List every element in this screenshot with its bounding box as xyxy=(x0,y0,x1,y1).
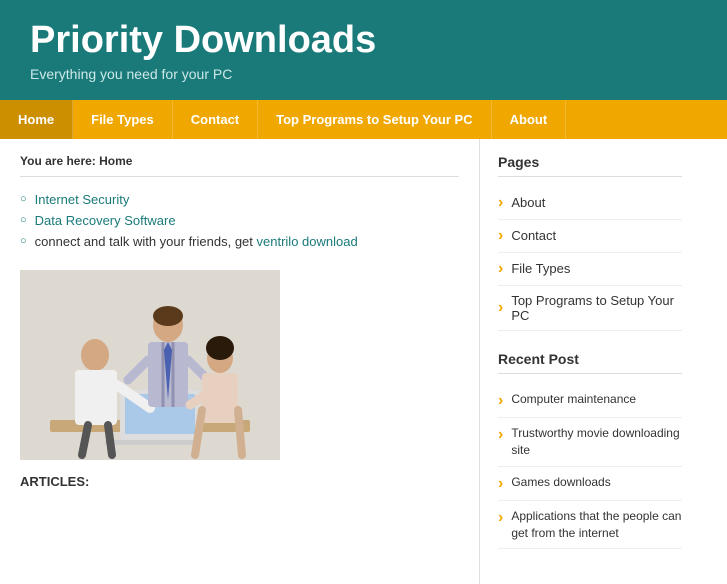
main-layout: You are here: Home Internet Security Dat… xyxy=(0,139,727,584)
content-area: You are here: Home Internet Security Dat… xyxy=(0,139,480,584)
nav-item-home[interactable]: Home xyxy=(0,100,73,139)
people-scene xyxy=(20,270,280,460)
list-item: Data Recovery Software xyxy=(20,210,459,231)
nav-item-contact[interactable]: Contact xyxy=(173,100,258,139)
site-title: Priority Downloads xyxy=(30,20,697,62)
pages-title: Pages xyxy=(498,154,682,177)
list-item: connect and talk with your friends, get … xyxy=(20,231,459,252)
breadcrumb-current: Home xyxy=(99,154,132,168)
sidebar-item-about[interactable]: About xyxy=(498,187,682,220)
sidebar-item-file-types[interactable]: File Types xyxy=(498,253,682,286)
nav-item-file-types[interactable]: File Types xyxy=(73,100,173,139)
content-image xyxy=(20,270,280,460)
nav-item-about[interactable]: About xyxy=(492,100,567,139)
recent-post-computer-maintenance[interactable]: Computer maintenance xyxy=(498,384,682,418)
articles-label: ARTICLES: xyxy=(20,474,459,489)
data-recovery-link[interactable]: Data Recovery Software xyxy=(35,213,176,228)
pages-section: Pages About Contact File Types Top Progr… xyxy=(498,154,682,331)
scene-svg xyxy=(20,270,280,460)
site-tagline: Everything you need for your PC xyxy=(30,66,697,82)
recent-posts-title: Recent Post xyxy=(498,351,682,374)
breadcrumb: You are here: Home xyxy=(20,154,459,177)
internet-security-link[interactable]: Internet Security xyxy=(35,192,130,207)
ventrilo-text: connect and talk with your friends, get … xyxy=(35,234,358,249)
sidebar-item-top-programs[interactable]: Top Programs to Setup Your PC xyxy=(498,286,682,331)
ventrilo-link[interactable]: ventrilo download xyxy=(257,234,358,249)
recent-post-trustworthy-movie[interactable]: Trustworthy movie downloading site xyxy=(498,418,682,467)
recent-posts-section: Recent Post Computer maintenance Trustwo… xyxy=(498,351,682,550)
site-header: Priority Downloads Everything you need f… xyxy=(0,0,727,100)
breadcrumb-prefix: You are here: xyxy=(20,154,99,168)
sidebar: Pages About Contact File Types Top Progr… xyxy=(480,139,700,584)
nav-item-top-programs[interactable]: Top Programs to Setup Your PC xyxy=(258,100,491,139)
list-item: Internet Security xyxy=(20,189,459,210)
content-list: Internet Security Data Recovery Software… xyxy=(20,189,459,252)
main-nav: Home File Types Contact Top Programs to … xyxy=(0,100,727,139)
recent-post-games-downloads[interactable]: Games downloads xyxy=(498,467,682,501)
sidebar-item-contact[interactable]: Contact xyxy=(498,220,682,253)
recent-post-applications[interactable]: Applications that the people can get fro… xyxy=(498,501,682,550)
